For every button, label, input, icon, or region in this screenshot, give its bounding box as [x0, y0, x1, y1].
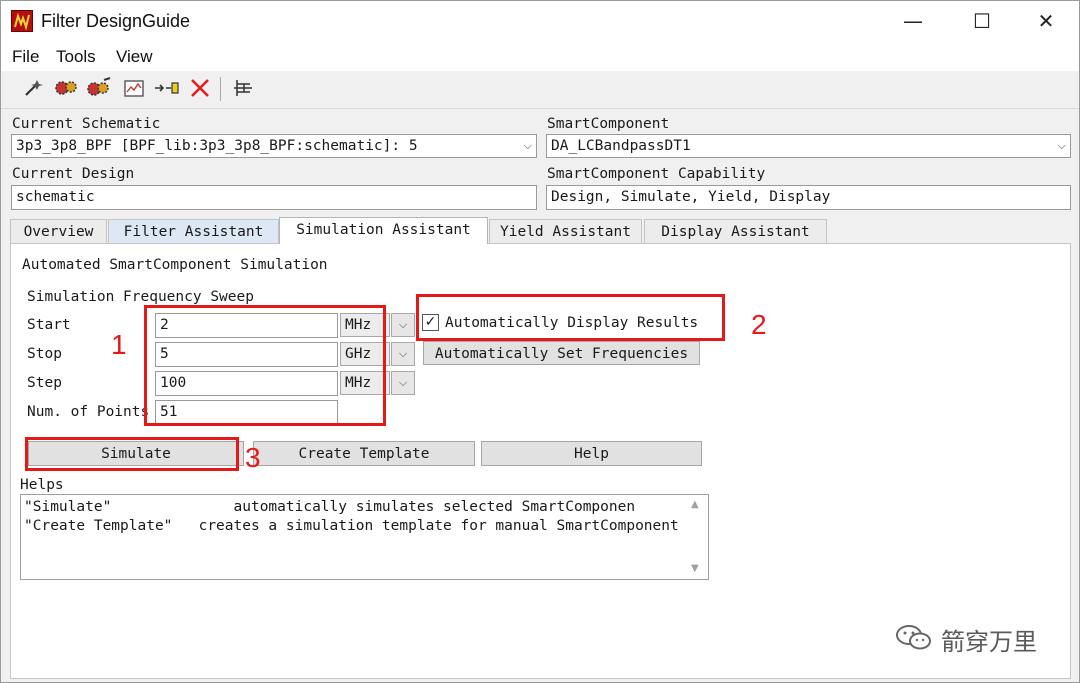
chevron-down-icon: ⌵ [523, 139, 532, 152]
stop-label: Stop [27, 346, 62, 362]
current-design-label: Current Design [12, 166, 135, 182]
smart-component-select[interactable]: DA_LCBandpassDT1 ⌵ [546, 134, 1071, 158]
annotation-box-3 [25, 437, 239, 471]
annotation-number-2: 2 [751, 309, 767, 340]
menu-view[interactable]: View [116, 47, 153, 67]
tab-filter-assistant[interactable]: Filter Assistant [108, 219, 279, 243]
gears-icon[interactable] [53, 77, 79, 101]
delete-icon[interactable] [187, 77, 213, 101]
plot-icon[interactable] [121, 77, 147, 101]
current-schematic-select[interactable]: 3p3_3p8_BPF [BPF_lib:3p3_3p8_BPF:schemat… [11, 134, 537, 158]
capability-field: Design, Simulate, Yield, Display [546, 185, 1071, 210]
step-label: Step [27, 375, 62, 391]
filter-designguide-window: Filter DesignGuide — ☐ ✕ File Tools View… [0, 0, 1080, 683]
menu-tools[interactable]: Tools [56, 47, 96, 67]
smart-component-label: SmartComponent [547, 116, 670, 132]
app-logo-icon [11, 10, 33, 32]
wand-icon[interactable] [21, 77, 47, 101]
create-template-button[interactable]: Create Template [253, 441, 475, 466]
annotation-box-1 [144, 305, 386, 426]
tab-yield-assistant[interactable]: Yield Assistant [489, 219, 642, 243]
chevron-down-icon[interactable]: ⌵ [391, 313, 415, 337]
current-schematic-value: 3p3_3p8_BPF [BPF_lib:3p3_3p8_BPF:schemat… [16, 138, 418, 154]
minimize-button[interactable]: — [893, 5, 933, 37]
help-line-simulate: "Simulate" automatically simulates selec… [24, 499, 636, 515]
panel-heading: Automated SmartComponent Simulation [22, 257, 328, 273]
current-schematic-label: Current Schematic [12, 116, 161, 132]
toolbar-separator [220, 77, 221, 101]
close-window-button[interactable]: ✕ [1026, 5, 1066, 37]
connector-icon[interactable] [153, 77, 179, 101]
gears-wand-icon[interactable] [86, 77, 112, 101]
smart-component-value: DA_LCBandpassDT1 [551, 138, 691, 154]
helps-label: Helps [20, 477, 64, 493]
start-label: Start [27, 317, 71, 333]
scroll-down-icon[interactable]: ▼ [691, 563, 699, 574]
help-line-create-template: "Create Template" creates a simulation t… [24, 518, 679, 534]
wechat-icon [894, 623, 934, 657]
chevron-down-icon[interactable]: ⌵ [391, 371, 415, 395]
auto-set-frequencies-button[interactable]: Automatically Set Frequencies [423, 341, 700, 365]
schematic-icon[interactable] [230, 77, 256, 101]
tab-overview[interactable]: Overview [10, 219, 107, 243]
watermark-text: 箭穿万里 [941, 628, 1037, 656]
scroll-up-icon[interactable]: ▲ [691, 499, 699, 510]
sweep-label: Simulation Frequency Sweep [27, 289, 254, 305]
annotation-number-1: 1 [111, 329, 127, 360]
points-label: Num. of Points [27, 404, 150, 420]
help-button[interactable]: Help [481, 441, 702, 466]
chevron-down-icon: ⌵ [1057, 139, 1066, 152]
chevron-down-icon[interactable]: ⌵ [391, 342, 415, 366]
tab-simulation-assistant[interactable]: Simulation Assistant [279, 217, 488, 244]
menu-file[interactable]: File [12, 47, 39, 67]
capability-label: SmartComponent Capability [547, 166, 766, 182]
menu-bar [1, 43, 1079, 71]
annotation-number-3: 3 [245, 442, 261, 473]
current-design-field[interactable]: schematic [11, 185, 537, 210]
annotation-box-2 [416, 294, 725, 341]
maximize-button[interactable]: ☐ [962, 5, 1002, 37]
tab-display-assistant[interactable]: Display Assistant [644, 219, 827, 243]
window-title: Filter DesignGuide [41, 11, 191, 31]
